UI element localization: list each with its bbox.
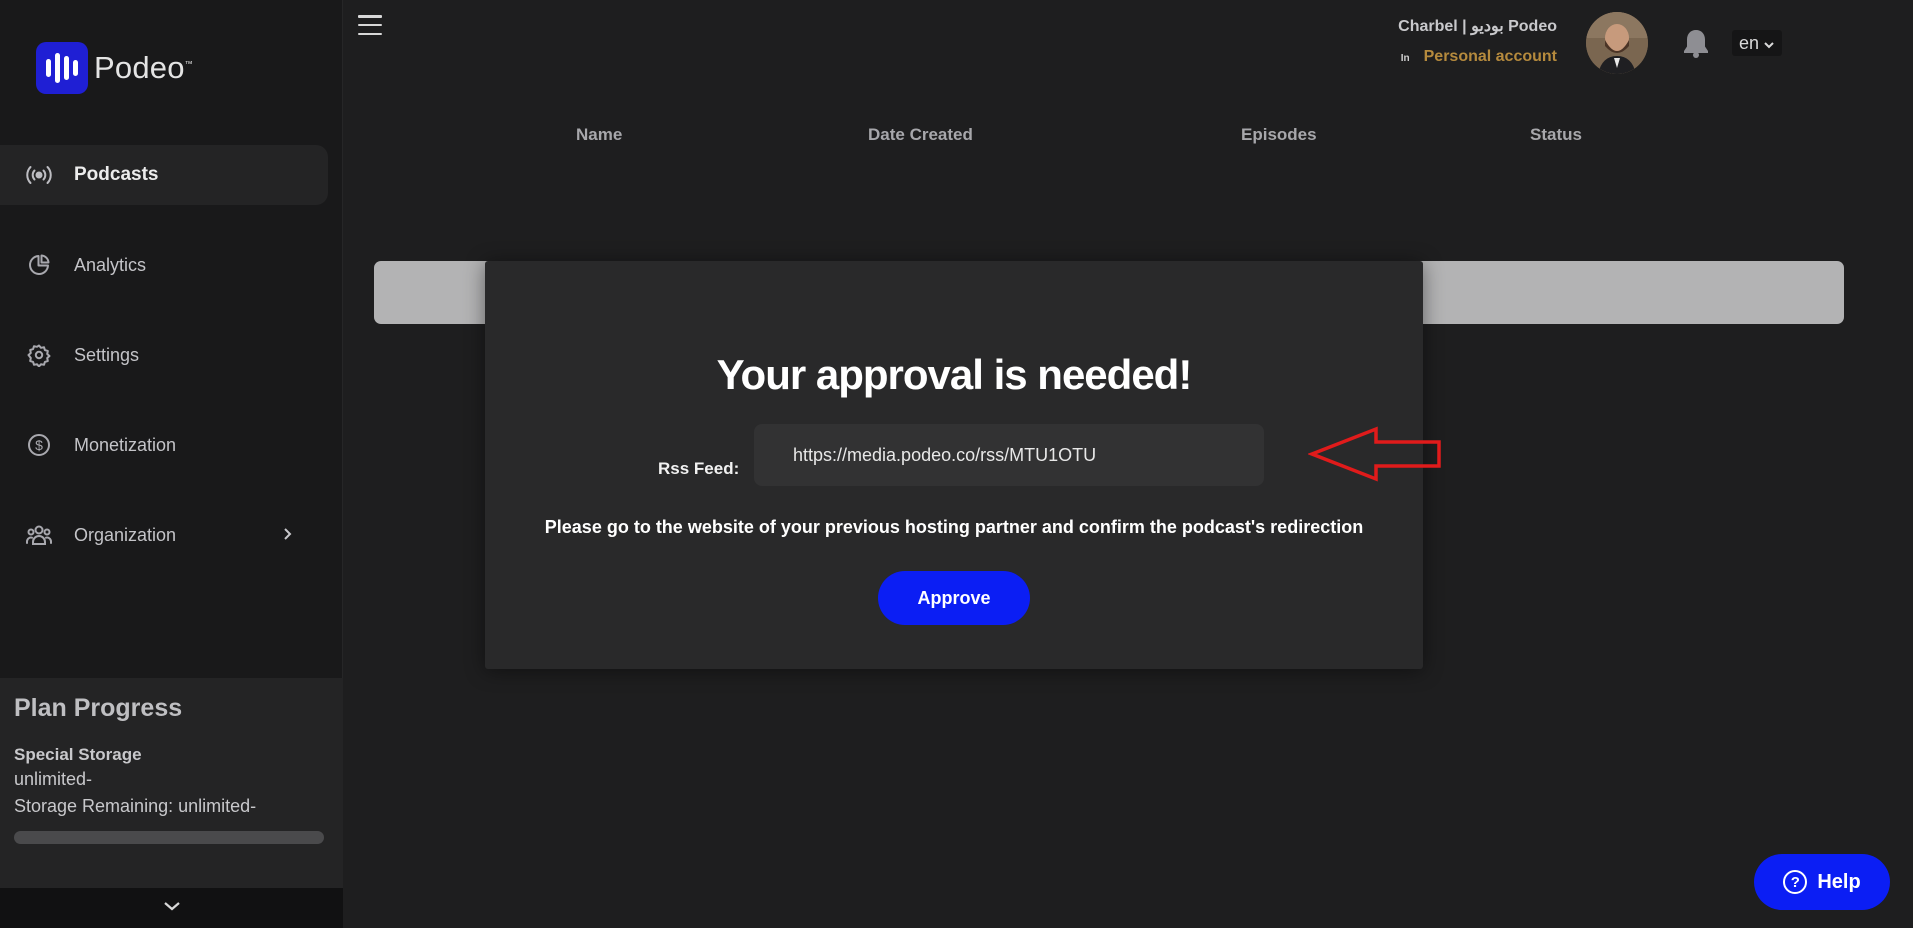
special-storage-title: Special Storage xyxy=(14,745,142,764)
modal-title: Your approval is needed! xyxy=(716,351,1193,398)
storage-progress-bar xyxy=(14,831,324,844)
sidebar-item-label: Monetization xyxy=(74,434,177,455)
sidebar: Podeo™ Podcasts Analytics Settings $ Mon… xyxy=(0,0,343,928)
gear-icon xyxy=(26,342,52,368)
podeo-logo-mark-icon xyxy=(36,42,88,94)
sidebar-item-settings[interactable]: Settings xyxy=(0,325,328,385)
language-selector[interactable]: en xyxy=(1732,30,1782,56)
approve-button[interactable]: Approve xyxy=(878,571,1030,625)
chevron-right-icon xyxy=(282,526,292,547)
help-button[interactable]: ? Help xyxy=(1754,854,1890,910)
column-header-name[interactable]: Name xyxy=(576,125,622,145)
logo-text: Podeo xyxy=(94,50,185,85)
account-prefix: In xyxy=(1400,53,1410,64)
sidebar-item-label: Settings xyxy=(74,344,140,365)
sidebar-item-podcasts[interactable]: Podcasts xyxy=(0,145,328,205)
account-type: Personal account xyxy=(1423,48,1557,65)
notification-bell-icon[interactable] xyxy=(1682,28,1710,63)
storage-remaining: Storage Remaining: unlimited- xyxy=(14,796,257,816)
column-header-episodes[interactable]: Episodes xyxy=(1241,125,1317,145)
sidebar-item-label: Analytics xyxy=(74,254,147,275)
hamburger-menu-icon[interactable] xyxy=(358,15,382,35)
avatar[interactable] xyxy=(1586,12,1648,74)
rss-feed-label: Rss Feed: xyxy=(658,459,740,478)
plan-progress-title: Plan Progress xyxy=(14,694,183,722)
dollar-coin-icon: $ xyxy=(26,432,52,458)
account-info[interactable]: Charbel | بوديو Podeo In Personal account xyxy=(1398,16,1557,66)
approval-modal: Your approval is needed! Rss Feed: Pleas… xyxy=(485,261,1423,669)
sidebar-item-monetization[interactable]: $ Monetization xyxy=(0,415,328,475)
question-mark-icon: ? xyxy=(1783,870,1808,894)
sidebar-item-label: Organization xyxy=(74,524,177,545)
special-storage-value: unlimited- xyxy=(14,769,93,789)
chevron-down-icon xyxy=(1763,33,1775,54)
sidebar-collapse-toggle[interactable] xyxy=(0,888,343,928)
column-header-status[interactable]: Status xyxy=(1530,125,1582,145)
chevron-down-icon xyxy=(162,899,182,917)
column-header-date-created[interactable]: Date Created xyxy=(868,125,973,145)
help-label: Help xyxy=(1817,870,1861,893)
language-value: en xyxy=(1738,32,1760,53)
red-arrow-annotation xyxy=(1307,425,1444,488)
sidebar-item-analytics[interactable]: Analytics xyxy=(0,235,328,295)
broadcast-icon xyxy=(26,162,52,188)
svg-text:$: $ xyxy=(35,437,43,453)
pie-chart-icon xyxy=(26,252,52,278)
rss-feed-input[interactable] xyxy=(754,424,1264,486)
redirection-instructions: Please go to the website of your previou… xyxy=(544,517,1364,537)
sidebar-item-label: Podcasts xyxy=(74,164,159,185)
podeo-logo[interactable]: Podeo™ xyxy=(36,42,193,94)
sidebar-item-organization[interactable]: Organization xyxy=(0,505,328,565)
logo-trademark: ™ xyxy=(184,59,193,69)
user-name: Charbel | بوديو Podeo xyxy=(1398,18,1557,35)
group-icon xyxy=(26,522,52,548)
plan-progress-panel: Plan Progress Special Storage unlimited-… xyxy=(0,678,343,888)
